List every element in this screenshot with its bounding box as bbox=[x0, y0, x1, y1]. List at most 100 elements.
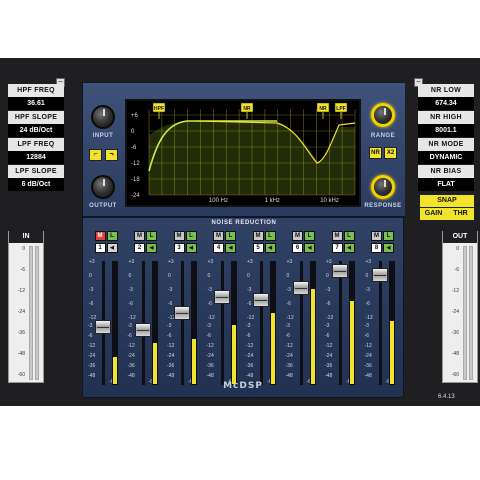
eq-marker-lpf-handle[interactable]: LPF bbox=[334, 102, 348, 113]
nr-value-field[interactable]: DYNAMIC bbox=[418, 151, 474, 164]
fader-scale-label: 0 bbox=[168, 273, 171, 279]
eq-graph[interactable]: +60-6-12-18-24100 Hz 1 kHz 10 kHzHPF NR NR LP… bbox=[127, 101, 359, 205]
link-button[interactable]: L bbox=[383, 231, 394, 241]
eq-marker-nr-handle[interactable]: NR bbox=[240, 102, 254, 113]
link-button[interactable]: L bbox=[264, 231, 276, 241]
meter-tick-label: -48 bbox=[451, 351, 459, 357]
link-button[interactable]: L bbox=[304, 231, 315, 241]
eq-y-tick-label: +6 bbox=[131, 113, 139, 119]
eq-y-tick-label: -24 bbox=[131, 193, 140, 199]
output-knob[interactable] bbox=[91, 175, 115, 199]
lpf-slope-button[interactable]: ¬ bbox=[105, 149, 118, 161]
meter-scale-label: -48 bbox=[285, 373, 293, 379]
mute-button[interactable]: M bbox=[134, 231, 145, 241]
nr-value-field[interactable]: FLAT bbox=[418, 178, 474, 191]
fader-cap[interactable] bbox=[292, 280, 309, 295]
link-button[interactable]: L bbox=[146, 231, 157, 241]
filter-value-field[interactable]: 12884 bbox=[8, 151, 64, 164]
meter-tick-label: 0 bbox=[22, 246, 25, 252]
mute-button[interactable]: M bbox=[94, 231, 106, 241]
filter-value-field[interactable]: 24 dB/Oct bbox=[8, 124, 64, 137]
meter-scale-label: -3 bbox=[285, 323, 290, 329]
range-knob[interactable] bbox=[371, 103, 395, 127]
band-solo-button[interactable]: ◀ bbox=[185, 243, 197, 253]
fader-cap[interactable] bbox=[213, 289, 230, 304]
band-solo-button[interactable]: ◀ bbox=[304, 243, 315, 253]
meter-scale-label: -36 bbox=[364, 363, 372, 369]
fader-track bbox=[299, 261, 303, 385]
fader-cap[interactable] bbox=[332, 264, 348, 279]
mute-button[interactable]: M bbox=[173, 231, 185, 241]
eq-x-tick-label: 100 Hz bbox=[209, 198, 228, 204]
meter-tick-label: -60 bbox=[451, 372, 459, 378]
channel-number: 2 bbox=[134, 243, 145, 253]
mute-button[interactable]: M bbox=[331, 231, 343, 241]
channel-6: ML6◀+30-3-6-12-3-6-12-24-36-48-60 bbox=[285, 231, 321, 393]
meter-scale-label: -36 bbox=[88, 363, 96, 369]
eq-marker-label: HPF bbox=[154, 106, 164, 112]
eq-marker-hpf-handle[interactable]: HPF bbox=[152, 102, 166, 113]
response-knob[interactable] bbox=[371, 175, 395, 199]
link-button[interactable]: L bbox=[343, 231, 355, 241]
meter-scale-label: -12 bbox=[206, 343, 214, 349]
band-solo-button[interactable]: ◀ bbox=[343, 243, 355, 253]
band-solo-button[interactable]: ◀ bbox=[146, 243, 157, 253]
channel-top-buttons: ML bbox=[287, 231, 321, 241]
eq-display[interactable]: +6 0 -6 -12 -18 -24 100 Hz 1 kHz 10 kHz HPF NR NR LP… bbox=[125, 99, 361, 207]
meter-scale-label: -6 bbox=[325, 333, 330, 339]
output-meter: OUT 0 -6 -12 -24 -36 -48 -60 bbox=[442, 231, 478, 383]
nr-label: NR MODE bbox=[418, 138, 474, 151]
fader-scale-label: 0 bbox=[365, 273, 369, 279]
mute-button[interactable]: M bbox=[252, 231, 264, 241]
x2-button[interactable]: X2 bbox=[384, 147, 397, 159]
mute-button[interactable]: M bbox=[371, 231, 382, 241]
fader-scale-label: -3 bbox=[247, 287, 252, 293]
channel-bottom-buttons: 7 ◀ bbox=[326, 243, 360, 253]
fader-scale-label: -6 bbox=[326, 301, 331, 307]
fader-scale-label: 0 bbox=[286, 273, 290, 279]
band-solo-button[interactable]: ◀ bbox=[106, 243, 118, 253]
meter-tick-label: -6 bbox=[454, 267, 459, 273]
gain-thr-toggle[interactable]: GAIN THR bbox=[420, 208, 474, 220]
band-solo-button[interactable]: ◀ bbox=[264, 243, 276, 253]
nr-value-field[interactable]: 8001.1 bbox=[418, 124, 474, 137]
meter-scale-label: -48 bbox=[246, 373, 254, 379]
gain-option[interactable]: GAIN bbox=[420, 208, 447, 220]
meter-scale-label: -6 bbox=[127, 333, 132, 339]
eq-marker-nr-handle[interactable]: NR bbox=[316, 102, 330, 113]
filter-value-field[interactable]: 36.61 bbox=[8, 97, 64, 110]
mute-button[interactable]: M bbox=[213, 231, 224, 241]
channel-meter-fill bbox=[389, 320, 394, 384]
hpf-slope-button[interactable]: ⌐ bbox=[89, 149, 102, 161]
fader-cap[interactable] bbox=[134, 322, 151, 337]
filter-value-field[interactable]: 6 dB/Oct bbox=[8, 178, 64, 191]
link-button[interactable]: L bbox=[225, 231, 236, 241]
snap-button[interactable]: SNAP bbox=[420, 195, 474, 207]
nr-button[interactable]: NR bbox=[369, 147, 382, 159]
fader-cap[interactable] bbox=[95, 320, 111, 335]
meter-scale-label: -3 bbox=[88, 323, 93, 329]
nr-label: NR HIGH bbox=[418, 111, 474, 124]
fader-scale-label: -6 bbox=[247, 301, 252, 307]
channel-bottom-buttons: 1 ◀ bbox=[89, 243, 123, 253]
fader-scale-label: +3 bbox=[326, 259, 332, 265]
fader-scale-label: -12 bbox=[365, 315, 373, 321]
eq-y-tick-label: -12 bbox=[131, 161, 140, 167]
fader-scale-label: -3 bbox=[89, 287, 94, 293]
channel-top-buttons: ML bbox=[129, 231, 163, 241]
link-button[interactable]: L bbox=[185, 231, 197, 241]
band-solo-button[interactable]: ◀ bbox=[225, 243, 236, 253]
link-button[interactable]: L bbox=[106, 231, 118, 241]
fader-cap[interactable] bbox=[253, 292, 269, 307]
meter-scale-label: -48 bbox=[167, 373, 175, 379]
nr-value-field[interactable]: 674.34 bbox=[418, 97, 474, 110]
fader-cap[interactable] bbox=[174, 306, 190, 321]
channel-meter bbox=[349, 261, 355, 385]
thr-option[interactable]: THR bbox=[447, 208, 474, 220]
mute-button[interactable]: M bbox=[292, 231, 303, 241]
band-solo-button[interactable]: ◀ bbox=[383, 243, 394, 253]
input-knob[interactable] bbox=[91, 105, 115, 129]
channel-meter-fill bbox=[310, 288, 315, 384]
fader-cap[interactable] bbox=[371, 267, 388, 282]
range-label: RANGE bbox=[370, 133, 396, 139]
